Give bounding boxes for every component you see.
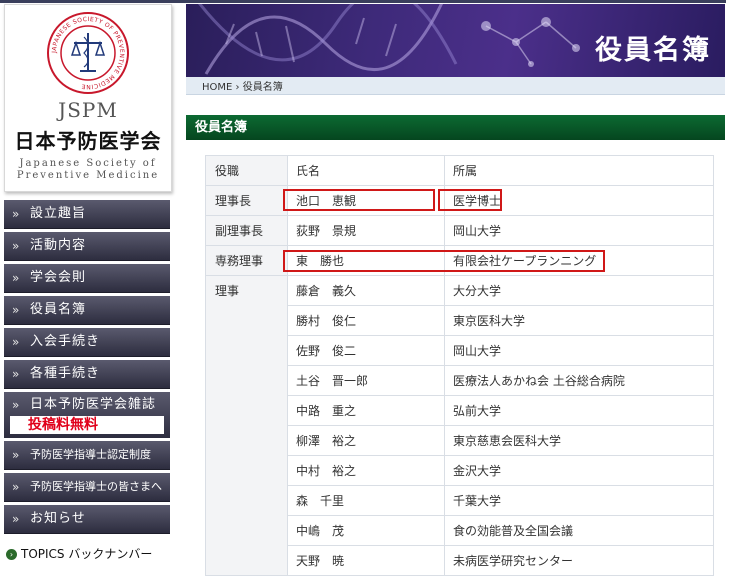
cell-affiliation: 食の効能普及全国会議 xyxy=(444,515,714,546)
nav-label: お知らせ xyxy=(30,511,86,526)
cell-name: 天野 暁 xyxy=(287,545,445,576)
circle-arrow-icon: › xyxy=(6,549,17,560)
chevron-right-icon: » xyxy=(12,512,20,526)
cell-name: 池口 恵観 xyxy=(287,185,445,216)
nav-item-certification[interactable]: » 予防医学指導士認定制度 xyxy=(4,441,170,470)
chevron-right-icon: » xyxy=(12,207,20,221)
chevron-right-icon: » xyxy=(12,448,20,462)
top-border xyxy=(0,0,749,3)
chevron-right-icon: » xyxy=(12,335,20,349)
nav-label: 設立趣旨 xyxy=(30,206,87,221)
sidebar-nav: » 設立趣旨 » 活動内容 » 学会会則 » 役員名簿 » 入会手続き » 各種… xyxy=(4,200,170,537)
nav-label: 入会手続き xyxy=(30,334,101,349)
section-heading: 役員名簿 xyxy=(186,115,725,140)
cell-role: 専務理事 xyxy=(205,245,288,276)
cell-name: 藤倉 義久 xyxy=(287,275,445,306)
cell-role: 副理事長 xyxy=(205,215,288,246)
nav-label: 役員名簿 xyxy=(30,302,87,317)
table-row: 専務理事 東 勝也 有限会社ケープランニング xyxy=(205,245,714,276)
header-name: 氏名 xyxy=(287,155,445,186)
nav-label: 学会会則 xyxy=(30,270,87,285)
nav-label: 活動内容 xyxy=(30,238,87,253)
chevron-right-icon: » xyxy=(12,398,20,412)
site-logo[interactable]: JAPANESE SOCIETY OF PREVENTIVE MEDICINE … xyxy=(4,4,172,192)
page-banner: 役員名簿 xyxy=(186,4,725,77)
cell-affiliation: 金沢大学 xyxy=(444,455,714,486)
cell-affiliation: 千葉大学 xyxy=(444,485,714,516)
cell-name: 東 勝也 xyxy=(287,245,445,276)
nav-label: 予防医学指導士認定制度 xyxy=(30,448,151,461)
cell-role: 理事 xyxy=(205,275,288,576)
cell-affiliation: 岡山大学 xyxy=(444,215,714,246)
cell-affiliation: 有限会社ケープランニング xyxy=(444,245,714,276)
nav-item-procedures[interactable]: » 各種手続き xyxy=(4,360,170,389)
cell-affiliation: 弘前大学 xyxy=(444,395,714,426)
cell-name: 柳澤 裕之 xyxy=(287,425,445,456)
table-row: 理事 藤倉 義久 大分大学 xyxy=(205,275,714,576)
nav-item-founding[interactable]: » 設立趣旨 xyxy=(4,200,170,229)
chevron-right-icon: » xyxy=(12,303,20,317)
topics-backnumber-link[interactable]: › TOPICS バックナンバー xyxy=(6,545,152,562)
cell-affiliation: 東京慈恵会医科大学 xyxy=(444,425,714,456)
nav-item-instructors[interactable]: » 予防医学指導士の皆さまへ xyxy=(4,473,170,502)
cell-name: 土谷 晋一郎 xyxy=(287,365,445,396)
cell-affiliation: 東京医科大学 xyxy=(444,305,714,336)
nav-item-bylaws[interactable]: » 学会会則 xyxy=(4,264,170,293)
breadcrumb-text[interactable]: HOME › 役員名簿 xyxy=(202,78,283,93)
nav-item-officers[interactable]: » 役員名簿 xyxy=(4,296,170,325)
logo-name-en-line2: Preventive Medicine xyxy=(16,170,160,181)
cell-name: 佐野 俊二 xyxy=(287,335,445,366)
cell-name: 中村 裕之 xyxy=(287,455,445,486)
logo-name-jp: 日本予防医学会 xyxy=(14,129,162,153)
nav-item-news[interactable]: » お知らせ xyxy=(4,505,170,534)
nav-label: 予防医学指導士の皆さまへ xyxy=(30,480,162,493)
banner-title: 役員名簿 xyxy=(595,35,711,66)
table-row: 理事長 池口 恵観 医学博士 xyxy=(205,185,714,216)
cell-affiliation: 大分大学 xyxy=(444,275,714,306)
chevron-right-icon: » xyxy=(12,367,20,381)
header-role: 役職 xyxy=(205,155,288,186)
nav-item-membership[interactable]: » 入会手続き xyxy=(4,328,170,357)
society-seal-icon: JAPANESE SOCIETY OF PREVENTIVE MEDICINE xyxy=(47,12,129,94)
cell-affiliation: 医学博士 xyxy=(444,185,714,216)
nav-label: 各種手続き xyxy=(30,366,101,381)
chevron-right-icon: » xyxy=(12,480,20,494)
officers-table: 役職 氏名 所属 理事長 池口 恵観 医学博士 副理事長 荻野 景規 岡山大学 … xyxy=(205,155,714,576)
free-submission-badge[interactable]: 投稿料無料 xyxy=(10,416,164,434)
cell-name: 荻野 景規 xyxy=(287,215,445,246)
chevron-right-icon: » xyxy=(12,271,20,285)
cell-name: 勝村 俊仁 xyxy=(287,305,445,336)
cell-name: 中路 重之 xyxy=(287,395,445,426)
breadcrumb: HOME › 役員名簿 xyxy=(186,77,725,95)
cell-name: 中嶋 茂 xyxy=(287,515,445,546)
nav-label: 日本予防医学会雑誌 xyxy=(30,397,157,412)
logo-abbr: JSPM xyxy=(58,98,118,122)
table-row: 副理事長 荻野 景規 岡山大学 xyxy=(205,215,714,246)
header-affiliation: 所属 xyxy=(444,155,714,186)
page-right-margin xyxy=(726,0,749,565)
cell-role: 理事長 xyxy=(205,185,288,216)
nav-item-activities[interactable]: » 活動内容 xyxy=(4,232,170,261)
cell-affiliation: 岡山大学 xyxy=(444,335,714,366)
cell-affiliation: 未病医学研究センター xyxy=(444,545,714,576)
nav-item-journal[interactable]: » 日本予防医学会雑誌 投稿料無料 xyxy=(4,392,170,438)
chevron-right-icon: » xyxy=(12,239,20,253)
table-header-row: 役職 氏名 所属 xyxy=(205,155,714,186)
cell-affiliation: 医療法人あかね会 土谷総合病院 xyxy=(444,365,714,396)
logo-name-en-line1: Japanese Society of xyxy=(19,158,157,169)
cell-name: 森 千里 xyxy=(287,485,445,516)
section-title: 役員名簿 xyxy=(195,120,248,135)
topics-label: TOPICS バックナンバー xyxy=(21,547,153,561)
